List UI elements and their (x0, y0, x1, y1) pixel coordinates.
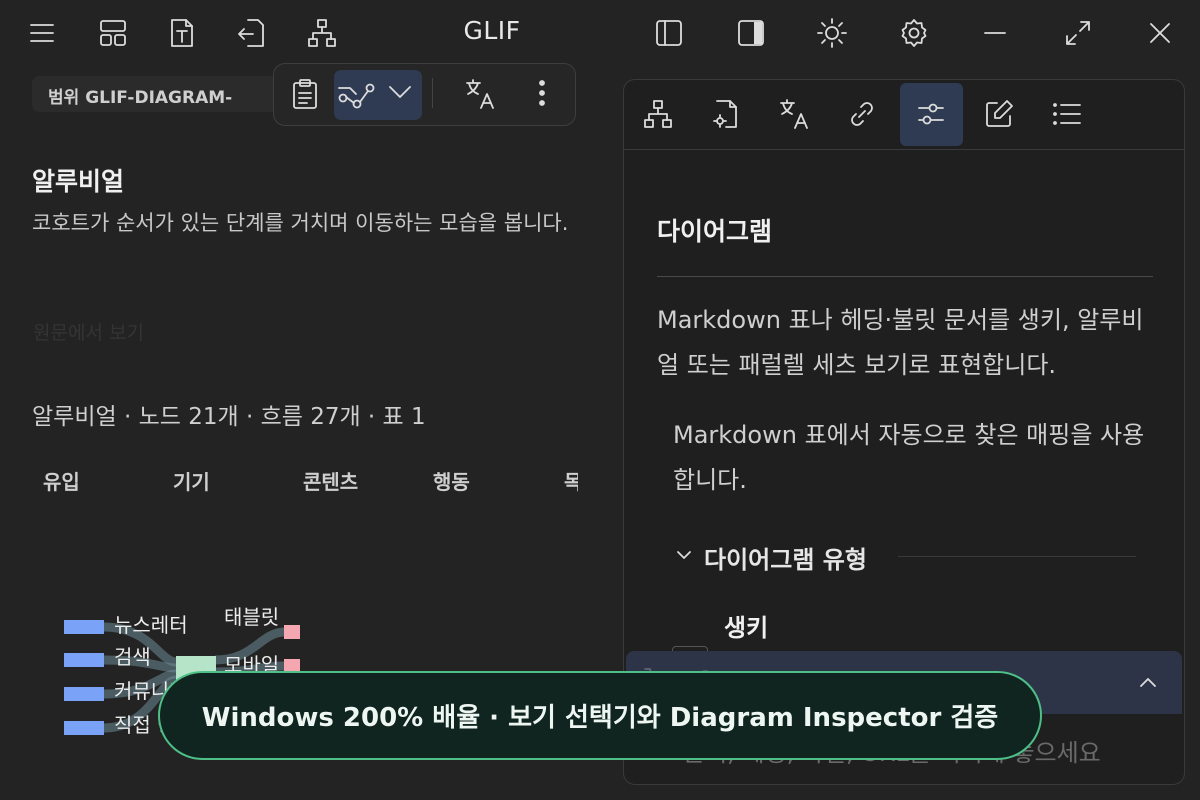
diagram-type-section-toggle[interactable]: 다이어그램 유형 (704, 540, 867, 575)
caption-text: Windows 200% 배율 · 보기 선택기와 Diagram Inspec… (201, 703, 999, 733)
section-description: 코호트가 순서가 있는 단계를 거치며 이동하는 모습을 봅니다. (32, 211, 569, 235)
view-source-link[interactable]: 원문에서 보기 (33, 318, 144, 345)
node-direct (64, 721, 104, 735)
chevron-down-icon[interactable] (674, 545, 694, 565)
node-tablet (284, 625, 300, 639)
caption-banner: Windows 200% 배율 · 보기 선택기와 Diagram Inspec… (158, 671, 1042, 760)
mapping-note: Markdown 표에서 자동으로 찾은 매핑을 사용합니다. (673, 421, 1145, 494)
flow-view-icon (337, 78, 377, 112)
minimize-icon[interactable] (982, 20, 1008, 46)
node-label: 태블릿 (224, 605, 279, 629)
divider (657, 276, 1153, 277)
node-search (64, 653, 104, 667)
inspector-title: 다이어그램 (657, 217, 773, 246)
column-header-device: 기기 (173, 470, 210, 494)
column-header-content: 콘텐츠 (303, 470, 359, 494)
inspector-description: Markdown 표나 헤딩·불릿 문서를 생키, 알루비얼 또는 패럴렐 세츠… (657, 306, 1144, 379)
node-label: 뉴스레터 (114, 613, 188, 637)
toolbar-divider (432, 78, 433, 108)
link-icon[interactable] (846, 98, 878, 130)
column-header-action: 행동 (433, 470, 470, 494)
diagram-summary: 알루비얼 · 노드 21개 · 흐름 27개 · 표 1 (32, 404, 426, 430)
diagram-type-sankey-option[interactable]: 생키 (724, 608, 768, 643)
chevron-up-icon[interactable] (1136, 671, 1160, 695)
list-icon[interactable] (1051, 98, 1083, 130)
diagram-type-section-label: 다이어그램 유형 (704, 546, 867, 574)
sidebar-right-icon[interactable] (736, 18, 766, 48)
translate-icon[interactable] (778, 98, 810, 130)
node-community (64, 687, 104, 701)
maximize-icon[interactable] (1063, 18, 1093, 48)
chevron-down-icon[interactable] (386, 80, 414, 104)
sliders-icon[interactable] (915, 98, 947, 130)
translate-icon[interactable] (464, 78, 496, 110)
theme-sun-icon[interactable] (816, 17, 848, 49)
section-heading: 알루비얼 (32, 167, 125, 196)
clipboard-icon[interactable] (290, 78, 320, 110)
divider (898, 556, 1136, 557)
edit-icon[interactable] (983, 98, 1015, 130)
scope-chip: 범위 GLIF-DIAGRAM- (32, 76, 277, 112)
column-header-inflow: 유입 (43, 470, 80, 494)
file-settings-icon[interactable] (710, 98, 742, 130)
gear-icon[interactable] (898, 17, 930, 49)
node-newsletter (64, 620, 104, 634)
more-vertical-icon[interactable] (530, 78, 554, 108)
diagram-tree-icon[interactable] (642, 98, 674, 130)
sidebar-left-icon[interactable] (654, 18, 684, 48)
node-label: 검색 (114, 645, 151, 669)
close-icon[interactable] (1146, 19, 1174, 47)
column-header-goal: 목 (564, 470, 578, 494)
